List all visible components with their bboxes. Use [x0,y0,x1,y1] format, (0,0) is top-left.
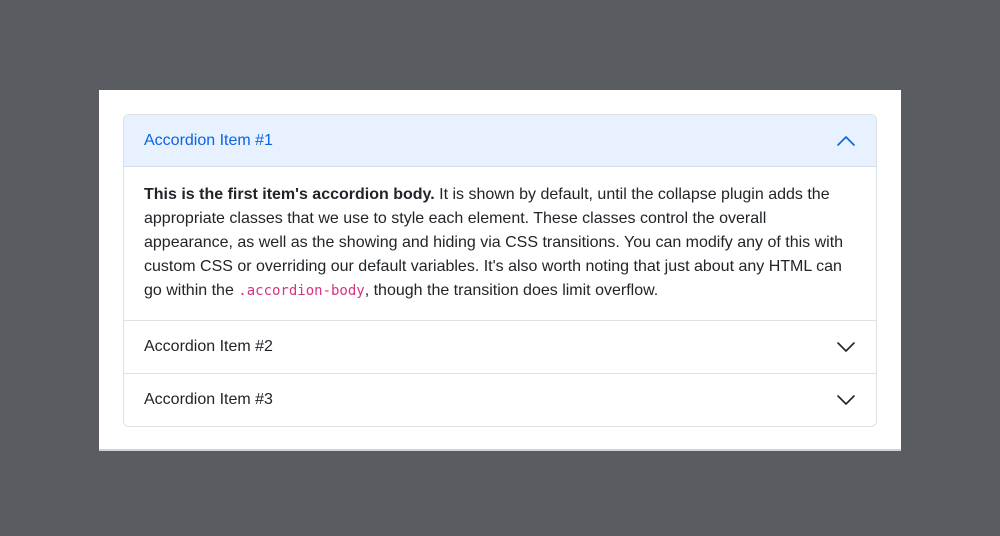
accordion-body-code: .accordion-body [238,283,365,299]
accordion-item-3-header-button[interactable]: Accordion Item #3 [124,374,876,426]
chevron-up-icon [837,135,855,146]
chevron-down-icon [837,395,855,405]
accordion-item-1: Accordion Item #1 This is the first item… [124,115,876,320]
accordion-item-1-header-button[interactable]: Accordion Item #1 [124,115,876,167]
accordion: Accordion Item #1 This is the first item… [123,114,877,427]
accordion-item-1-body: This is the first item's accordion body.… [124,167,876,320]
accordion-item-3: Accordion Item #3 [124,373,876,426]
accordion-item-2-label: Accordion Item #2 [144,338,273,355]
accordion-item-2-header-button[interactable]: Accordion Item #2 [124,321,876,373]
accordion-item-2: Accordion Item #2 [124,320,876,373]
accordion-card: Accordion Item #1 This is the first item… [99,90,901,451]
accordion-body-text-end: , though the transition does limit overf… [364,282,659,299]
chevron-down-icon [837,342,855,352]
accordion-item-3-label: Accordion Item #3 [144,391,273,408]
accordion-body-strong-text: This is the first item's accordion body. [144,186,435,203]
accordion-item-1-label: Accordion Item #1 [144,131,273,149]
